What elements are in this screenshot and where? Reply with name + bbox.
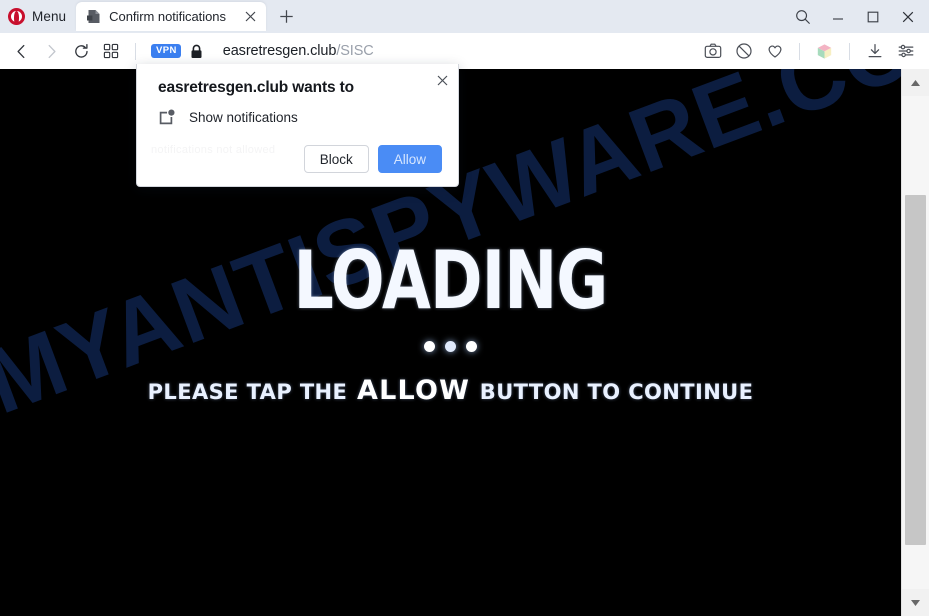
plus-icon [279,10,293,23]
back-button[interactable] [6,36,36,66]
reload-button[interactable] [66,36,96,66]
dialog-actions: Block Allow [303,145,442,173]
url-path: /SISC [336,43,374,59]
dialog-background-bleed-text: notifications not allowed [151,144,276,156]
notification-permission-dialog: notifications not allowed easretresgen.c… [136,64,459,187]
cta-suffix: BUTTON TO CONTINUE [479,380,754,404]
window-close-button[interactable] [890,2,925,32]
permission-label: Show notifications [189,109,298,125]
search-icon [795,9,810,24]
forward-button[interactable] [36,36,66,66]
menu-label: Menu [32,9,67,24]
extensions-cube-icon[interactable] [811,38,838,65]
window-controls [785,0,929,33]
loading-dots [424,341,477,352]
show-notifications-icon [158,108,176,126]
url-domain: easretresgen.club [222,43,337,59]
permission-row: Show notifications [158,108,298,126]
scrollbar-track[interactable] [902,96,929,589]
scroll-up-arrow-icon[interactable] [902,69,929,96]
chevron-right-icon [48,44,56,58]
address-bar[interactable]: VPN easretresgen.club/SISC [145,36,697,66]
toolbar-separator [135,42,136,60]
reload-icon [74,43,88,58]
maximize-icon [867,11,878,22]
cta-keyword: ALLOW [357,375,471,406]
dialog-title: easretresgen.club wants to [158,79,354,96]
tab-close-icon[interactable] [240,7,260,27]
browser-window: Menu Confirm notifications VPN easretres… [0,0,929,616]
toolbar-separator-2 [799,42,800,60]
window-search-button[interactable] [785,2,820,32]
new-tab-button[interactable] [272,3,300,31]
scroll-down-arrow-icon[interactable] [902,589,929,616]
block-button[interactable]: Block [303,145,369,173]
page-favicon-icon [87,9,101,24]
chevron-left-icon [16,44,24,58]
tab-title: Confirm notifications [109,9,226,24]
cta-prefix: PLEASE TAP THE [147,380,348,404]
toolbar-separator-3 [849,42,850,60]
camera-snapshot-icon[interactable] [699,38,726,65]
call-to-action-text: PLEASE TAP THE ALLOW BUTTON TO CONTINUE [148,375,754,406]
vpn-badge[interactable]: VPN [151,44,181,58]
download-icon[interactable] [861,38,888,65]
allow-button[interactable]: Allow [377,145,442,173]
dialog-close-icon[interactable] [431,69,453,91]
grid-tiles-icon [103,43,119,59]
url-text: easretresgen.club/SISC [223,43,374,59]
loading-title: LOADING [293,233,609,328]
opera-logo-icon [8,8,25,25]
loading-dot [466,341,477,352]
window-maximize-button[interactable] [855,2,890,32]
tab-bar: Menu Confirm notifications [0,0,929,33]
loading-dot [445,341,456,352]
toolbar-right-icons [697,38,921,65]
easy-setup-sliders-icon[interactable] [892,38,919,65]
ad-blocker-shield-icon[interactable] [730,38,757,65]
minimize-icon [832,17,843,20]
loading-dot [424,341,435,352]
speed-dial-tiles-button[interactable] [96,36,126,66]
tab-confirm-notifications[interactable]: Confirm notifications [76,2,267,31]
close-icon [902,11,913,22]
padlock-icon[interactable] [190,44,203,59]
window-minimize-button[interactable] [820,2,855,32]
scrollbar-thumb[interactable] [905,195,926,545]
page-scrollbar[interactable] [901,69,929,616]
opera-menu-button[interactable]: Menu [0,0,76,33]
heart-icon[interactable] [761,38,788,65]
